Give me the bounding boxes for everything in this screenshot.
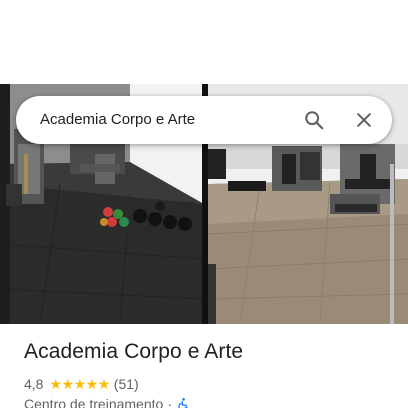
close-icon [357, 113, 371, 127]
clear-search-button[interactable] [348, 104, 380, 136]
place-title: Academia Corpo e Arte [24, 340, 244, 363]
place-category: Centro de treinamento [24, 396, 164, 408]
rating-stars: ★ ★ ★ ★ ★ [49, 376, 111, 392]
rating-row[interactable]: 4,8 ★ ★ ★ ★ ★ (51) [24, 375, 139, 393]
search-input[interactable]: Academia Corpo e Arte [40, 96, 195, 144]
review-count[interactable]: (51) [114, 376, 139, 392]
star-icon: ★ [49, 376, 62, 392]
star-icon: ★ [85, 376, 99, 392]
star-icon: ★ [61, 376, 75, 392]
wheelchair-accessible-icon [178, 398, 188, 408]
search-icon [305, 111, 324, 130]
separator: · [167, 396, 172, 408]
place-info-panel: Academia Corpo e Arte 4,8 ★ ★ ★ ★ ★ (51) Cen… [0, 324, 408, 408]
category-row: Centro de treinamento · [24, 396, 190, 408]
search-button[interactable] [298, 104, 330, 136]
rating-value: 4,8 [24, 376, 44, 392]
maps-place-page: Academia Corpo e Arte Academia Corpo e A… [0, 0, 408, 408]
star-icon: ★ [97, 376, 111, 392]
star-icon: ★ [73, 376, 87, 392]
map-area-blank [0, 0, 408, 84]
search-bar[interactable]: Academia Corpo e Arte [16, 96, 392, 144]
